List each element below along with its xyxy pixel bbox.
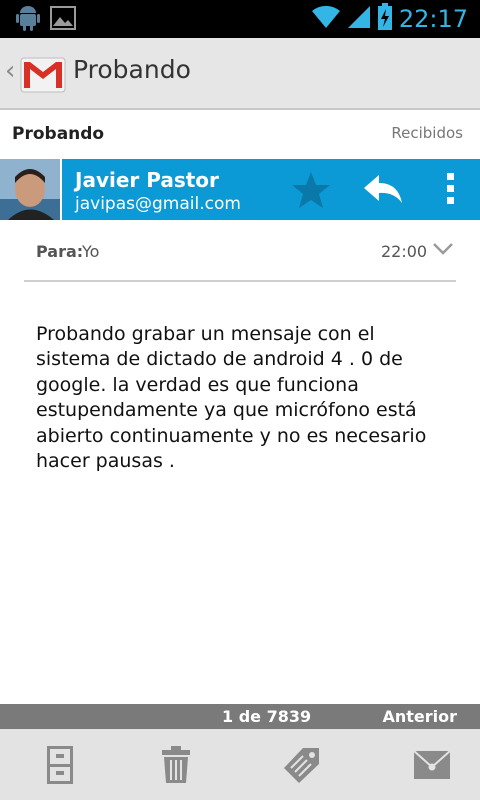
avatar[interactable]: [0, 159, 62, 220]
to-label: Para:: [36, 242, 84, 261]
image-icon: [50, 6, 76, 34]
bottom-action-bar: [0, 729, 480, 800]
wifi-icon: [311, 5, 341, 33]
to-value: Yo: [82, 242, 100, 261]
archive-icon[interactable]: [0, 729, 120, 800]
folder-label[interactable]: Recibidos: [391, 124, 463, 142]
overflow-menu-icon[interactable]: [440, 171, 460, 209]
reply-icon[interactable]: [362, 171, 404, 209]
message-count: 1 de 7839: [222, 707, 312, 726]
android-icon: [16, 5, 40, 35]
sender-name: Javier Pastor: [75, 168, 219, 192]
chevron-down-icon[interactable]: [432, 240, 454, 258]
up-navigation-icon[interactable]: ‹: [5, 56, 15, 86]
battery-charging-icon: [377, 3, 393, 35]
label-icon[interactable]: [242, 729, 362, 800]
star-icon[interactable]: [288, 169, 334, 211]
action-bar: ‹ Probando: [0, 38, 480, 110]
mark-unread-icon[interactable]: [372, 729, 480, 800]
subject-row: Probando Recibidos: [0, 112, 480, 158]
pager-bar: 1 de 7839 Anterior: [0, 704, 480, 729]
clock: 22:17: [398, 5, 468, 33]
action-bar-title: Probando: [73, 55, 191, 84]
sender-header[interactable]: Javier Pastor javipas@gmail.com: [0, 159, 480, 220]
status-bar: 22:17: [0, 0, 480, 38]
message-time: 22:00: [381, 242, 428, 261]
delete-icon[interactable]: [116, 729, 236, 800]
recipient-row[interactable]: Para: Yo 22:00: [24, 222, 456, 282]
message-body: Probando grabar un mensaje con el sistem…: [36, 323, 427, 473]
previous-button[interactable]: Anterior: [382, 707, 457, 726]
sender-email: javipas@gmail.com: [75, 194, 241, 214]
signal-icon: [347, 5, 371, 33]
gmail-icon[interactable]: [20, 52, 66, 98]
message-subject: Probando: [12, 124, 105, 144]
